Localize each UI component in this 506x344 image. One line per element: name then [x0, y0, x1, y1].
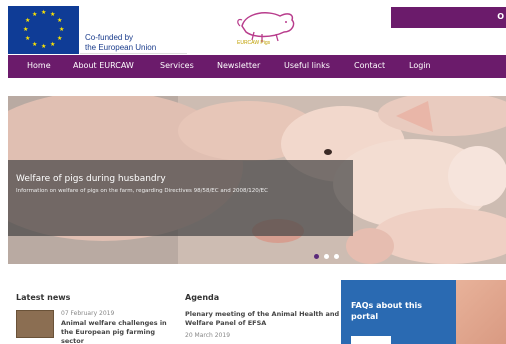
- faq-button[interactable]: [351, 336, 391, 344]
- nav-item-home[interactable]: Home: [27, 61, 51, 70]
- hero-carousel[interactable]: Welfare of pigs during husbandry Informa…: [8, 96, 506, 264]
- carousel-dot-2[interactable]: [324, 254, 329, 259]
- carousel-dot-1[interactable]: [314, 254, 319, 259]
- site-header: ★ ★ ★ ★ ★ ★ ★ ★ ★ ★ ★ ★ Co-funded by the…: [0, 0, 506, 55]
- faq-side-image: [456, 280, 506, 344]
- news-title-link[interactable]: Animal welfare challenges in the Europea…: [61, 319, 171, 344]
- logo-caption: EURCAW Pigs: [237, 40, 271, 46]
- nav-item-newsletter[interactable]: Newsletter: [217, 61, 260, 70]
- news-thumbnail[interactable]: [16, 310, 54, 338]
- agenda-heading: Agenda: [185, 293, 220, 302]
- nav-item-services[interactable]: Services: [160, 61, 194, 70]
- faq-heading[interactable]: FAQs about this portal: [351, 300, 451, 322]
- main-nav: Home About EURCAW Services Newsletter Us…: [8, 55, 506, 78]
- top-utility-bar[interactable]: O: [391, 7, 506, 28]
- eu-flag-icon: ★ ★ ★ ★ ★ ★ ★ ★ ★ ★ ★ ★: [8, 6, 79, 54]
- faq-panel[interactable]: FAQs about this portal: [341, 280, 456, 344]
- carousel-dot-3[interactable]: [334, 254, 339, 259]
- cofunded-line-2: the European Union: [85, 43, 157, 52]
- nav-item-useful-links[interactable]: Useful links: [284, 61, 330, 70]
- agenda-item-date: 20 March 2019: [185, 332, 231, 339]
- nav-item-about[interactable]: About EURCAW: [73, 61, 134, 70]
- nav-item-login[interactable]: Login: [409, 61, 431, 70]
- news-date: 07 February 2019: [61, 310, 115, 317]
- latest-news-heading: Latest news: [16, 293, 71, 302]
- agenda-item-title-link[interactable]: Plenary meeting of the Animal Health and…: [185, 310, 340, 328]
- hero-caption: Welfare of pigs during husbandry Informa…: [8, 160, 353, 236]
- cofunded-line-1: Co-funded by: [85, 33, 134, 42]
- hero-description: Information on welfare of pigs on the fa…: [16, 188, 268, 194]
- hero-title[interactable]: Welfare of pigs during husbandry: [16, 174, 166, 184]
- cofunded-label: Co-funded by the European Union: [80, 6, 187, 54]
- top-utility-label[interactable]: O: [497, 12, 504, 21]
- nav-item-contact[interactable]: Contact: [354, 61, 385, 70]
